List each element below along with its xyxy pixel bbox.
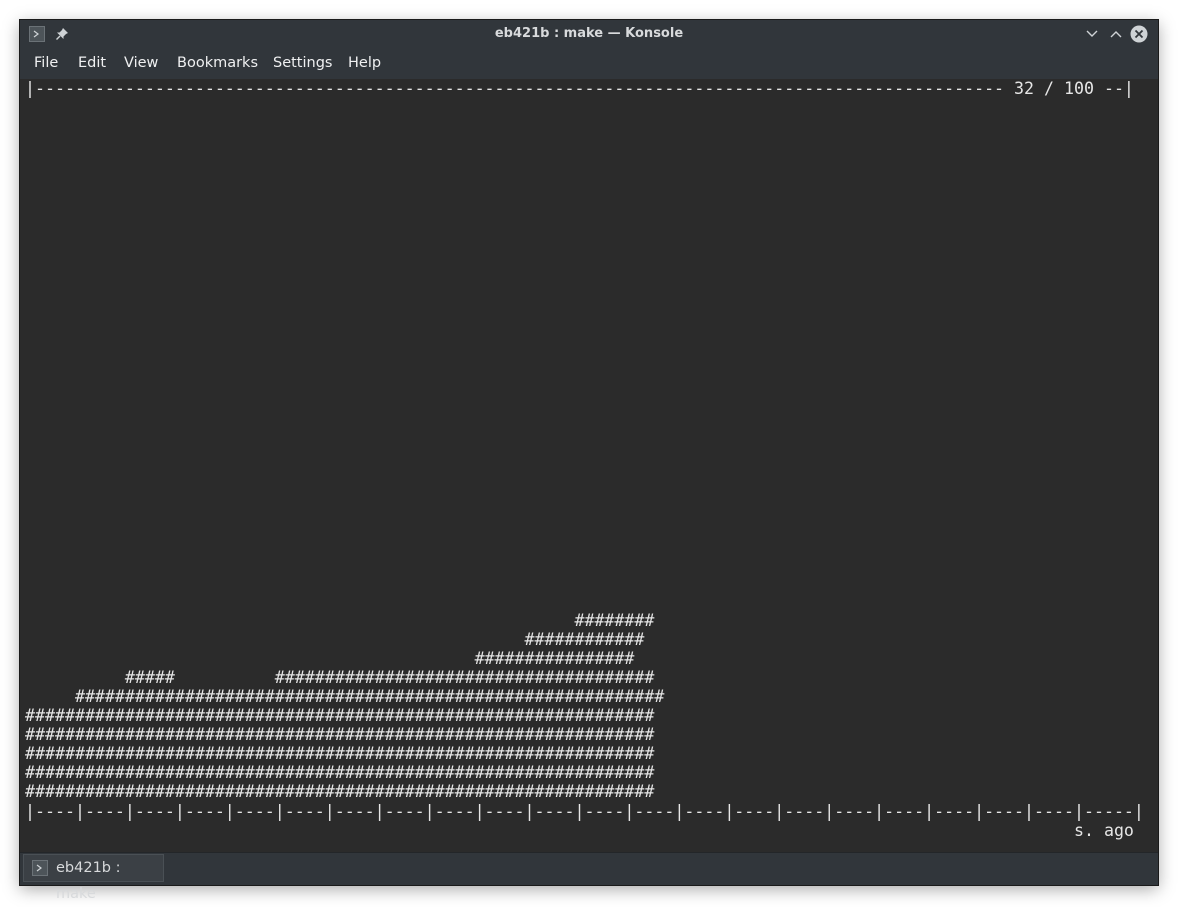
- title-bar[interactable]: eb421b : make — Konsole: [20, 20, 1158, 48]
- tab-session[interactable]: eb421b : make: [23, 854, 164, 902]
- menu-file[interactable]: File: [34, 48, 58, 79]
- chevron-down-icon[interactable]: [1084, 26, 1100, 42]
- menu-help[interactable]: Help: [348, 48, 381, 79]
- close-icon[interactable]: [1130, 25, 1148, 43]
- scrollbar[interactable]: [1155, 79, 1158, 852]
- terminal-icon: [32, 860, 48, 876]
- chevron-up-icon[interactable]: [1108, 26, 1124, 42]
- tab-label: eb421b : make: [56, 860, 121, 902]
- graph-row: ##### ##################################…: [25, 668, 655, 687]
- menu-view[interactable]: View: [124, 48, 158, 79]
- menu-edit[interactable]: Edit: [78, 48, 106, 79]
- graph-row: ########################################…: [25, 763, 655, 782]
- graph-axis: |----|----|----|----|----|----|----|----…: [25, 802, 1144, 821]
- menu-bar: File Edit View Bookmarks Settings Help: [20, 48, 1158, 79]
- axis-label: s. ago: [25, 821, 1134, 840]
- graph-row: ########################################…: [25, 687, 665, 706]
- graph-row: ########: [25, 611, 655, 630]
- menu-bookmarks[interactable]: Bookmarks: [177, 48, 258, 79]
- menu-settings[interactable]: Settings: [273, 48, 332, 79]
- konsole-window: eb421b : make — Konsole File Edit View B…: [20, 20, 1158, 902]
- window-title: eb421b : make — Konsole: [494, 26, 684, 41]
- graph-row: ############: [25, 630, 645, 649]
- graph-row: ########################################…: [25, 706, 655, 725]
- graph-top-border: |---------------------------------------…: [25, 79, 1134, 98]
- tab-bar: eb421b : make: [20, 852, 1158, 902]
- graph-row: ########################################…: [25, 744, 655, 763]
- graph-row: ########################################…: [25, 725, 655, 744]
- graph-row: ################: [25, 649, 635, 668]
- terminal-view[interactable]: |---------------------------------------…: [23, 79, 1155, 852]
- graph-row: ########################################…: [25, 782, 655, 801]
